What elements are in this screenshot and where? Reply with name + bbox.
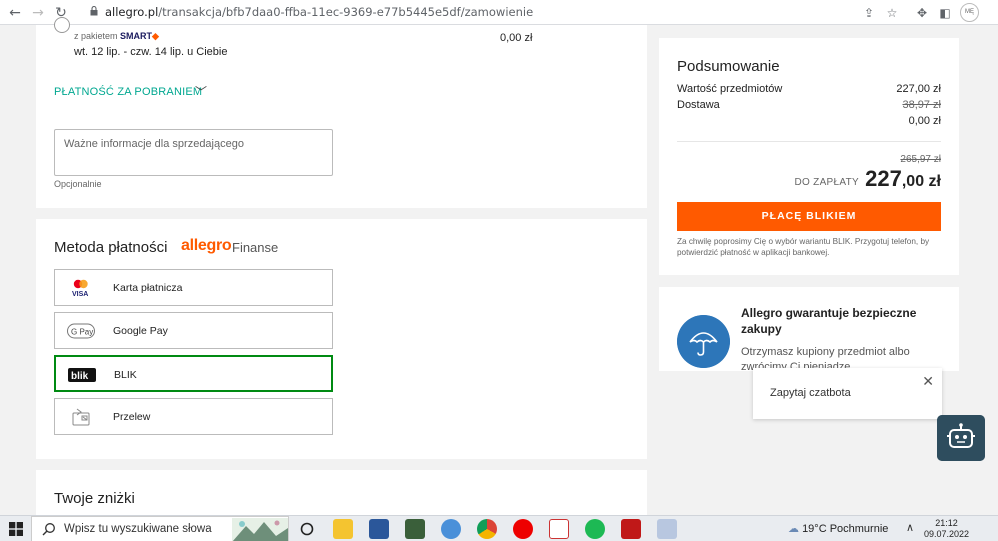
payment-method-section: Metoda płatności allegro Finanse VISA Ka… [36, 219, 647, 459]
bookmark-star-icon[interactable]: ☆ [883, 4, 901, 22]
summary-title: Podsumowanie [677, 58, 780, 75]
file-explorer-icon[interactable] [333, 519, 353, 539]
taskbar-search-placeholder: Wpisz tu wyszukiwane słowa [64, 523, 212, 535]
lock-icon[interactable] [90, 6, 98, 16]
windows-start-icon[interactable] [9, 522, 23, 536]
windows-taskbar: Wpisz tu wyszukiwane słowa ☁ 19°C Pochmu… [0, 515, 998, 541]
discounts-section: Twoje zniżki [36, 470, 647, 515]
discounts-heading: Twoje zniżki [54, 490, 135, 507]
spotify-icon[interactable] [585, 519, 605, 539]
finanse-label: Finanse [232, 240, 279, 255]
address-bar[interactable]: allegro.pl/transakcja/bfb7daa0-ffba-11ec… [105, 5, 533, 19]
clock-time: 21:12 [935, 518, 958, 528]
cloud-icon: ☁ [788, 522, 799, 535]
weather-text: 19°C Pochmurnie [802, 523, 889, 535]
card-icon: VISA [72, 279, 88, 298]
opera-icon[interactable] [513, 519, 533, 539]
system-clock[interactable]: 21:12 09.07.2022 [924, 518, 969, 540]
guarantee-section: Allegro gwarantuje bezpieczne zakupy Otr… [659, 287, 959, 371]
url-path: /transakcja/bfb7daa0-ffba-11ec-9369-e77b… [158, 5, 534, 19]
chevron-up-icon[interactable]: ∧ [906, 521, 914, 534]
delivery-dates: wt. 12 lip. - czw. 14 lip. u Ciebie [74, 46, 228, 58]
chatbot-popup[interactable]: Zapytaj czatbota ✕ [753, 368, 942, 419]
app-icon-1[interactable] [405, 519, 425, 539]
side-panel-icon[interactable]: ◧ [936, 4, 954, 22]
payment-option-blik[interactable]: blik BLIK [54, 355, 333, 392]
total-old-price: 265,97 zł [900, 154, 941, 165]
smart-logo-text: SMART [120, 31, 153, 41]
clock-date: 09.07.2022 [924, 529, 970, 539]
total-label: DO ZAPŁATY [794, 177, 859, 188]
summary-divider [677, 141, 941, 142]
delivery-label: Dostawa [677, 99, 720, 111]
share-icon[interactable]: ⇪ [860, 4, 878, 22]
taskbar-search-input[interactable]: Wpisz tu wyszukiwane słowa [31, 516, 289, 541]
payment-option-label: Przelew [113, 411, 151, 423]
search-highlight-art-icon [232, 518, 288, 541]
transfer-icon [72, 408, 90, 426]
chrome-icon[interactable] [477, 519, 497, 539]
url-host: allegro.pl [105, 5, 159, 19]
delivery-radio[interactable] [54, 17, 70, 33]
delivery-section: z pakietem SMART◆ wt. 12 lip. - czw. 14 … [36, 17, 647, 208]
blik-icon: blik [68, 368, 96, 382]
payment-option-label: Google Pay [113, 325, 168, 337]
payment-option-label: Karta płatnicza [113, 282, 183, 294]
mcafee-icon[interactable] [621, 519, 641, 539]
svg-text:G Pay: G Pay [71, 328, 93, 337]
pay-note: Za chwilę poprosimy Cię o wybór wariantu… [677, 237, 930, 257]
payment-option-label: BLIK [114, 369, 137, 381]
total-decimals: ,00 zł [901, 173, 941, 190]
weather-widget[interactable]: ☁ 19°C Pochmurnie [788, 522, 888, 535]
extensions-icon[interactable]: ✥ [913, 4, 931, 22]
app-icon-2[interactable] [549, 519, 569, 539]
close-icon[interactable]: ✕ [922, 374, 934, 390]
delivery-value: 0,00 zł [908, 115, 941, 127]
seller-note-textarea[interactable]: Ważne informacje dla sprzedającego [54, 129, 333, 176]
word-icon[interactable] [369, 519, 389, 539]
smart-logo: SMART◆ [120, 31, 159, 41]
profile-avatar[interactable]: MĘ [960, 3, 979, 22]
smart-package-line: z pakietem SMART◆ [74, 31, 159, 42]
allegro-logo: allegro [181, 237, 232, 254]
google-pay-icon: G Pay [67, 323, 95, 339]
forward-arrow-icon[interactable]: → [29, 4, 47, 22]
total-main: 227 [865, 166, 902, 191]
delivery-old-price: 38,97 zł [902, 99, 941, 111]
order-summary: Podsumowanie Wartość przedmiotów 227,00 … [659, 38, 959, 275]
guarantee-title: Allegro gwarantuje bezpieczne zakupy [741, 306, 917, 336]
umbrella-icon [677, 315, 730, 368]
svg-text:VISA: VISA [72, 291, 88, 298]
optional-hint: Opcjonalnie [54, 179, 102, 189]
payment-option-google-pay[interactable]: G Pay Google Pay [54, 312, 333, 349]
search-icon [42, 523, 55, 536]
chevron-down-icon[interactable]: ﹀ [195, 83, 207, 100]
smart-shield-icon: ◆ [152, 31, 159, 41]
svg-text:blik: blik [71, 371, 89, 382]
total-price: 227,00 zł [865, 166, 941, 192]
chatbot-robot-icon[interactable] [937, 415, 985, 461]
task-view-icon[interactable] [297, 519, 317, 539]
chatbot-label[interactable]: Zapytaj czatbota [770, 387, 851, 399]
items-value-label: Wartość przedmiotów [677, 83, 783, 95]
paint-icon[interactable] [657, 519, 677, 539]
payment-option-transfer[interactable]: Przelew [54, 398, 333, 435]
items-value: 227,00 zł [896, 83, 941, 95]
browser-toolbar: ← → ↻ allegro.pl/transakcja/bfb7daa0-ffb… [0, 0, 998, 25]
smart-prefix: z pakietem [74, 31, 118, 41]
pay-blik-button[interactable]: PŁACĘ BLIKIEM [677, 202, 941, 231]
payment-method-heading: Metoda płatności [54, 239, 168, 256]
back-arrow-icon[interactable]: ← [6, 4, 24, 22]
cash-on-delivery-link[interactable]: PŁATNOŚĆ ZA POBRANIEM [54, 86, 202, 98]
chrome-blue-icon[interactable] [441, 519, 461, 539]
delivery-price: 0,00 zł [500, 32, 533, 44]
payment-option-card[interactable]: VISA Karta płatnicza [54, 269, 333, 306]
